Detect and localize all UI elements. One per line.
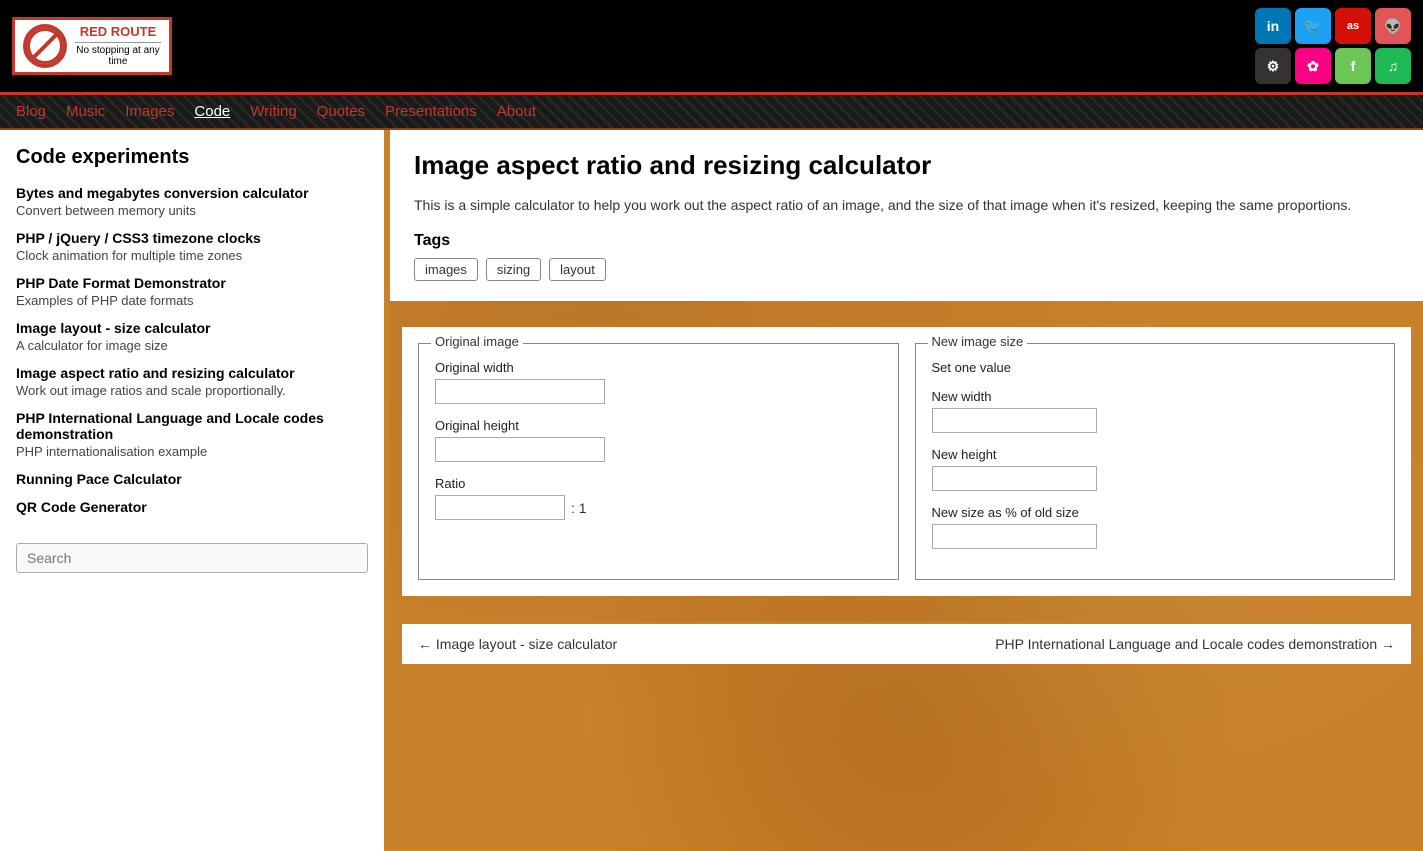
- original-width-input[interactable]: [435, 379, 605, 404]
- nav-quotes[interactable]: Quotes: [317, 103, 365, 120]
- sidebar-item-phpdate: PHP Date Format Demonstrator Examples of…: [16, 275, 368, 308]
- ratio-colon: : 1: [571, 500, 587, 516]
- sidebar-link-aspectratio[interactable]: Image aspect ratio and resizing calculat…: [16, 365, 295, 381]
- nav-code[interactable]: Code: [194, 103, 230, 120]
- sidebar-link-locale[interactable]: PHP International Language and Locale co…: [16, 410, 324, 442]
- content-area: Image aspect ratio and resizing calculat…: [390, 130, 1423, 851]
- ratio-input[interactable]: [435, 495, 565, 520]
- main-nav: Blog Music Images Code Writing Quotes Pr…: [0, 95, 1423, 130]
- set-value-label: Set one value: [932, 360, 1379, 375]
- nav-blog[interactable]: Blog: [16, 103, 46, 120]
- sidebar-desc-locale: PHP internationalisation example: [16, 444, 368, 459]
- site-logo[interactable]: RED ROUTE No stopping at any time: [12, 17, 172, 75]
- new-percent-input[interactable]: [932, 524, 1097, 549]
- tag-images[interactable]: images: [414, 258, 478, 281]
- sidebar-link-pace[interactable]: Running Pace Calculator: [16, 471, 368, 487]
- calculator-area: Original image Original width Original h…: [402, 327, 1411, 596]
- original-image-group: Original image Original width Original h…: [418, 343, 899, 580]
- new-height-label: New height: [932, 447, 1379, 462]
- sidebar-link-bytes[interactable]: Bytes and megabytes conversion calculato…: [16, 185, 309, 201]
- sidebar-link-qr[interactable]: QR Code Generator: [16, 499, 368, 515]
- sidebar-desc-phpdate: Examples of PHP date formats: [16, 293, 368, 308]
- flickr-icon[interactable]: ✿: [1295, 48, 1331, 84]
- ratio-label: Ratio: [435, 476, 882, 491]
- alien-icon[interactable]: 👽: [1375, 8, 1411, 44]
- original-height-input[interactable]: [435, 437, 605, 462]
- sidebar-item-clocks: PHP / jQuery / CSS3 timezone clocks Cloc…: [16, 230, 368, 263]
- github-icon[interactable]: ⚙: [1255, 48, 1291, 84]
- ratio-field: Ratio : 1: [435, 476, 882, 520]
- logo-subtitle: No stopping at any time: [75, 42, 161, 67]
- logo-title: RED ROUTE: [80, 25, 157, 39]
- sidebar-desc-clocks: Clock animation for multiple time zones: [16, 248, 368, 263]
- new-image-group: New image size Set one value New width N…: [915, 343, 1396, 580]
- original-height-label: Original height: [435, 418, 882, 433]
- tags-label: Tags: [414, 232, 1399, 250]
- new-height-input[interactable]: [932, 466, 1097, 491]
- sidebar-desc-bytes: Convert between memory units: [16, 203, 368, 218]
- cork-divider-bottom: [390, 608, 1423, 622]
- bottom-nav: ← Image layout - size calculator PHP Int…: [402, 622, 1411, 664]
- original-width-field: Original width: [435, 360, 882, 404]
- page-description: This is a simple calculator to help you …: [414, 195, 1399, 216]
- sidebar-item-locale: PHP International Language and Locale co…: [16, 410, 368, 459]
- new-percent-label: New size as % of old size: [932, 505, 1379, 520]
- lastfm-icon[interactable]: as: [1335, 8, 1371, 44]
- new-percent-field: New size as % of old size: [932, 505, 1379, 549]
- logo-text-block: RED ROUTE No stopping at any time: [75, 25, 161, 66]
- sidebar-item-aspectratio: Image aspect ratio and resizing calculat…: [16, 365, 368, 398]
- nav-presentations[interactable]: Presentations: [385, 103, 477, 120]
- sidebar-link-clocks[interactable]: PHP / jQuery / CSS3 timezone clocks: [16, 230, 261, 246]
- sidebar-item-bytes: Bytes and megabytes conversion calculato…: [16, 185, 368, 218]
- new-height-field: New height: [932, 447, 1379, 491]
- next-page-link[interactable]: PHP International Language and Locale co…: [995, 636, 1395, 652]
- search-input[interactable]: [16, 543, 368, 573]
- tag-sizing[interactable]: sizing: [486, 258, 541, 281]
- original-width-label: Original width: [435, 360, 882, 375]
- content-inner: Image aspect ratio and resizing calculat…: [390, 130, 1423, 301]
- original-image-legend: Original image: [431, 334, 523, 349]
- prev-page-link[interactable]: ← Image layout - size calculator: [418, 636, 617, 652]
- twitter-icon[interactable]: 🐦: [1295, 8, 1331, 44]
- main-layout: Code experiments Bytes and megabytes con…: [0, 130, 1423, 851]
- nav-about[interactable]: About: [497, 103, 536, 120]
- sidebar-desc-aspectratio: Work out image ratios and scale proporti…: [16, 383, 368, 398]
- new-width-label: New width: [932, 389, 1379, 404]
- sidebar-title: Code experiments: [16, 146, 368, 169]
- linkedin-icon[interactable]: in: [1255, 8, 1291, 44]
- sidebar: Code experiments Bytes and megabytes con…: [0, 130, 390, 851]
- ratio-row: : 1: [435, 495, 882, 520]
- original-height-field: Original height: [435, 418, 882, 462]
- nav-music[interactable]: Music: [66, 103, 105, 120]
- tag-layout[interactable]: layout: [549, 258, 606, 281]
- new-width-field: New width: [932, 389, 1379, 433]
- sidebar-link-imagelayout[interactable]: Image layout - size calculator: [16, 320, 211, 336]
- social-icons-grid: in 🐦 as 👽 ⚙ ✿ f ♫: [1255, 8, 1411, 84]
- new-image-legend: New image size: [928, 334, 1028, 349]
- cork-divider-top: [390, 301, 1423, 315]
- tags-container: images sizing layout: [414, 258, 1399, 281]
- new-width-input[interactable]: [932, 408, 1097, 433]
- site-header: RED ROUTE No stopping at any time in 🐦 a…: [0, 0, 1423, 95]
- feedly-icon[interactable]: f: [1335, 48, 1371, 84]
- sidebar-link-phpdate[interactable]: PHP Date Format Demonstrator: [16, 275, 226, 291]
- spotify-icon[interactable]: ♫: [1375, 48, 1411, 84]
- nav-images[interactable]: Images: [125, 103, 174, 120]
- sidebar-item-imagelayout: Image layout - size calculator A calcula…: [16, 320, 368, 353]
- nav-writing[interactable]: Writing: [250, 103, 296, 120]
- set-value-field: Set one value: [932, 360, 1379, 375]
- red-route-sign: [23, 24, 67, 68]
- page-title: Image aspect ratio and resizing calculat…: [414, 150, 1399, 181]
- sidebar-desc-imagelayout: A calculator for image size: [16, 338, 368, 353]
